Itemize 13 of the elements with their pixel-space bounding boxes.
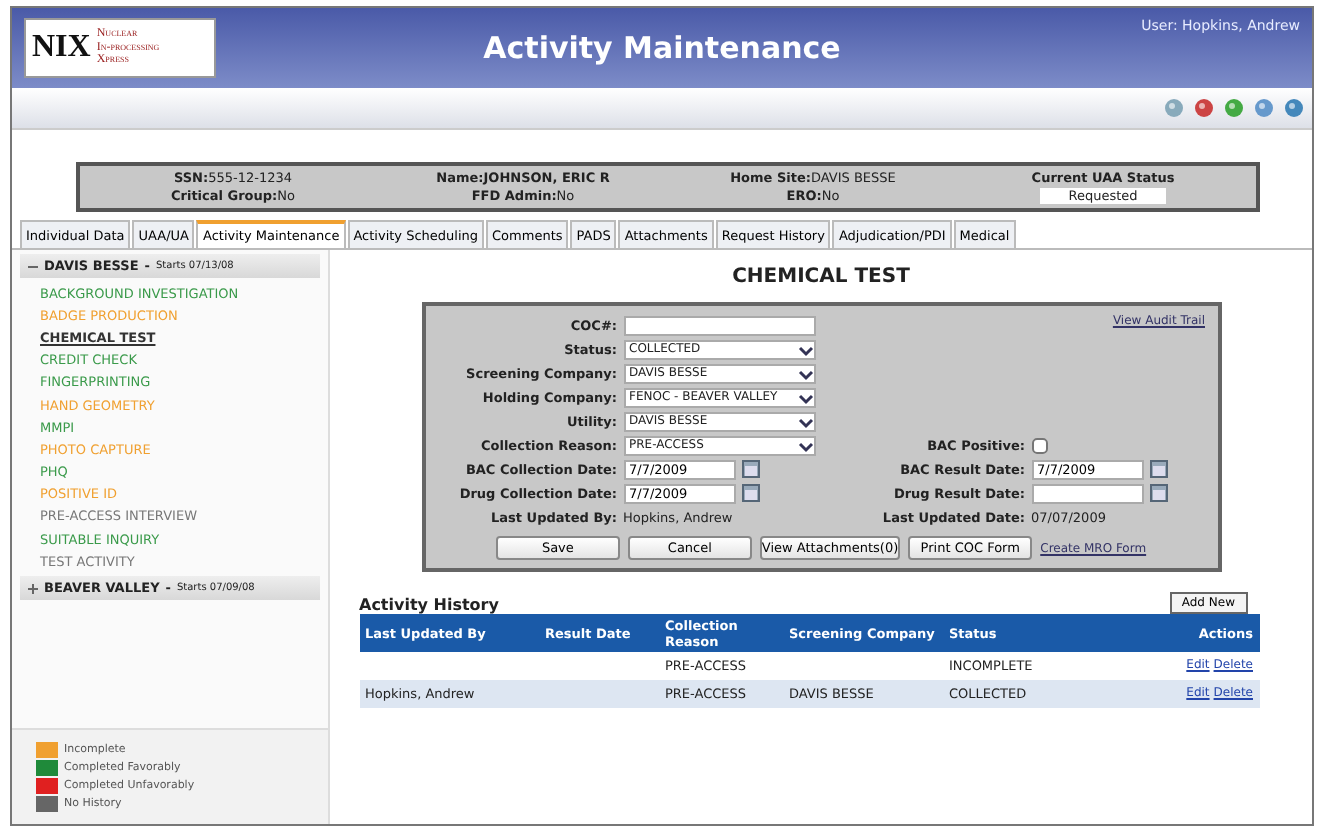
- text-field[interactable]: [623, 315, 815, 335]
- date-field[interactable]: [1031, 483, 1143, 503]
- toolbar-icon[interactable]: [1164, 98, 1184, 118]
- minus-icon: [28, 261, 38, 271]
- toolbar-icon[interactable]: [1224, 98, 1244, 118]
- history-title: Activity History: [359, 596, 499, 614]
- checkbox[interactable]: [1031, 437, 1047, 453]
- toolbar-icon[interactable]: [1284, 98, 1304, 118]
- toolbar-icon[interactable]: [1194, 98, 1214, 118]
- toolbar-icon[interactable]: [1254, 98, 1274, 118]
- plus-icon: [28, 583, 38, 594]
- section-title: CHEMICAL TEST: [732, 266, 910, 288]
- page-title: Activity Maintenance: [481, 30, 843, 66]
